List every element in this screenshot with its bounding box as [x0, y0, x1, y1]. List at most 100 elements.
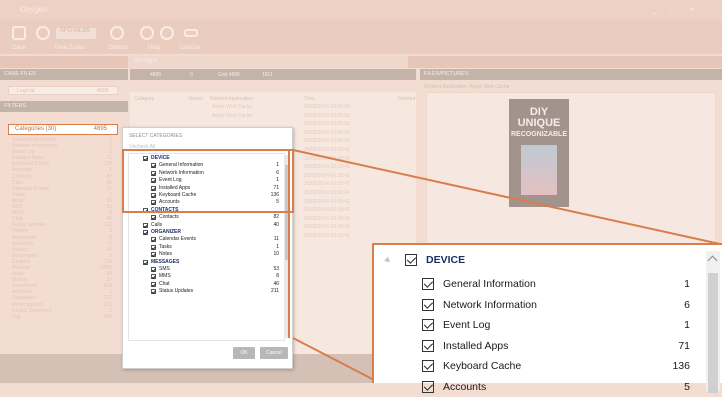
checkbox-checked-icon[interactable]: [422, 278, 434, 290]
uncheck-all-link[interactable]: Uncheck All: [129, 144, 155, 150]
checkbox-checked-icon[interactable]: [151, 185, 156, 191]
category-item[interactable]: Network Information 6: [151, 170, 279, 177]
category-item[interactable]: Notes 10: [151, 251, 279, 258]
grid-cell-app[interactable]: Apple Web Cache: [212, 113, 312, 119]
category-item[interactable]: General Information 1: [151, 162, 279, 169]
category-item[interactable]: Keyboard Cache 136: [151, 192, 279, 199]
grid-count-all[interactable]: 4895: [150, 72, 161, 78]
category-item[interactable]: Calendar Events 11: [151, 236, 279, 243]
category-item[interactable]: SMS 53: [151, 266, 279, 273]
grid-cell-time[interactable]: 25/02/2014 16:18:41: [304, 199, 404, 205]
grid-cell-time[interactable]: 25/02/2014 16:18:41: [304, 164, 404, 170]
checkbox-checked-icon[interactable]: [422, 339, 434, 352]
maximize-button[interactable]: □: [670, 5, 689, 14]
checkbox-checked-icon[interactable]: [422, 319, 434, 331]
grid-cell-time[interactable]: 25/02/2014 16:08:56: [304, 130, 404, 136]
checkbox-checked-icon[interactable]: [151, 274, 156, 280]
checkbox-checked-icon[interactable]: [143, 207, 148, 213]
checkbox-checked-icon[interactable]: [151, 193, 156, 198]
grid-cell-time[interactable]: 25/02/2014 16:18:41: [304, 147, 404, 153]
checkbox-checked-icon[interactable]: [151, 215, 156, 221]
category-item[interactable]: Tasks 1: [151, 244, 279, 251]
category-item[interactable]: Status Updates 211: [151, 288, 279, 295]
grid-cell-time[interactable]: 25/02/2014 16:08:56: [304, 104, 404, 110]
zoom-category-item[interactable]: Installed Apps 71: [422, 336, 690, 356]
zoom-category-item[interactable]: Event Log 1: [422, 315, 690, 335]
grid-cell-time[interactable]: 25/02/2014 16:18:41: [304, 216, 404, 222]
ok-button[interactable]: OK: [233, 347, 255, 359]
column-viewer[interactable]: Viewer: [188, 96, 203, 102]
grid-cell-time[interactable]: 25/02/2014 16:18:41: [304, 156, 404, 162]
category-item[interactable]: Calls 40: [143, 222, 279, 229]
zoom-category-item[interactable]: Accounts 5: [422, 377, 690, 397]
grid-view-button[interactable]: Grid 4895: [218, 72, 240, 78]
checkbox-checked-icon[interactable]: [405, 254, 417, 266]
filter-category-item[interactable]: Log 480: [12, 314, 112, 320]
category-group[interactable]: ORGANIZER: [143, 229, 279, 236]
window-controls[interactable]: _□×: [652, 0, 708, 20]
grid-cell-time[interactable]: 25/02/2014 16:18:41: [304, 224, 404, 230]
checkbox-checked-icon[interactable]: [151, 244, 156, 250]
zoom-category-item[interactable]: General Information 1: [422, 274, 690, 294]
column-category[interactable]: Category: [134, 96, 154, 102]
grid-cell-time[interactable]: 25/02/2014 16:08:56: [304, 138, 404, 144]
checkbox-checked-icon[interactable]: [422, 360, 434, 372]
key-icon[interactable]: [184, 29, 198, 37]
menu-help[interactable]: Help: [148, 45, 160, 51]
zoom-scrollbar-thumb[interactable]: [708, 273, 718, 393]
open-folder-icon[interactable]: [12, 26, 26, 40]
clock-icon[interactable]: [160, 26, 174, 40]
menu-license[interactable]: License: [180, 45, 201, 51]
category-item[interactable]: Contacts 82: [151, 214, 279, 221]
category-item[interactable]: Event Log 1: [151, 177, 279, 184]
zoom-group-device[interactable]: DEVICE: [405, 254, 465, 266]
grid-cell-time[interactable]: 25/02/2014 16:18:41: [304, 181, 404, 187]
checkbox-checked-icon[interactable]: [143, 156, 148, 161]
column-deleted[interactable]: Deleted: [398, 96, 415, 102]
cancel-button[interactable]: Cancel: [260, 347, 288, 359]
scroll-up-icon[interactable]: [707, 255, 718, 266]
menu-options[interactable]: Options: [108, 45, 129, 51]
category-item[interactable]: Installed Apps 71: [151, 185, 279, 192]
checkbox-checked-icon[interactable]: [151, 170, 156, 176]
refresh-icon[interactable]: [36, 26, 50, 40]
tab-spotlight[interactable]: Spotlight: [128, 56, 408, 68]
checkbox-checked-icon[interactable]: [143, 230, 148, 235]
checkbox-checked-icon[interactable]: [151, 252, 156, 258]
logical-item[interactable]: Logical 4895: [8, 86, 118, 95]
extract-icon[interactable]: [110, 26, 124, 40]
grid-cell-time[interactable]: 25/02/2014 16:18:41: [304, 190, 404, 196]
checkbox-checked-icon[interactable]: [151, 163, 156, 169]
checkbox-checked-icon[interactable]: [422, 380, 434, 393]
category-group[interactable]: CONTACTS: [143, 207, 279, 214]
tree-scrollbar[interactable]: [284, 155, 290, 338]
column-time[interactable]: Time: [304, 96, 315, 102]
zoom-scrollbar[interactable]: [706, 251, 720, 393]
grid-cell-app[interactable]: Apple Web Cache: [212, 104, 312, 110]
categories-filter-button[interactable]: Categories (30) 4895: [8, 124, 118, 135]
expand-arrow-icon[interactable]: [384, 256, 392, 265]
grid-cell-time[interactable]: 25/02/2014 16:18:41: [304, 233, 404, 239]
grid-cell-time[interactable]: 25/02/2014 16:18:41: [304, 173, 404, 179]
zoom-category-item[interactable]: Network Information 6: [422, 295, 690, 315]
column-related-application[interactable]: Related Application: [210, 96, 253, 102]
close-button[interactable]: ×: [689, 5, 708, 14]
checkbox-checked-icon[interactable]: [143, 222, 148, 228]
checkbox-checked-icon[interactable]: [143, 259, 148, 265]
checkbox-checked-icon[interactable]: [151, 267, 156, 272]
checkbox-checked-icon[interactable]: [151, 178, 156, 184]
grid-cell-time[interactable]: 25/02/2014 16:18:41: [304, 207, 404, 213]
grid-cell-time[interactable]: 25/02/2014 16:08:56: [304, 113, 404, 119]
category-item[interactable]: Chat 46: [151, 281, 279, 288]
checkbox-checked-icon[interactable]: [151, 289, 156, 295]
checkbox-checked-icon[interactable]: [422, 298, 434, 311]
menu-case[interactable]: Case: [12, 45, 26, 51]
category-item[interactable]: MMS 8: [151, 273, 279, 280]
grid-count-tagged[interactable]: 0: [190, 72, 193, 78]
minimize-button[interactable]: _: [652, 5, 670, 14]
zoom-category-item[interactable]: Keyboard Cache 136: [422, 356, 690, 376]
checkbox-checked-icon[interactable]: [151, 237, 156, 243]
category-group[interactable]: DEVICE: [143, 155, 279, 162]
category-group[interactable]: MESSAGES: [143, 259, 279, 266]
checkbox-checked-icon[interactable]: [151, 200, 156, 206]
